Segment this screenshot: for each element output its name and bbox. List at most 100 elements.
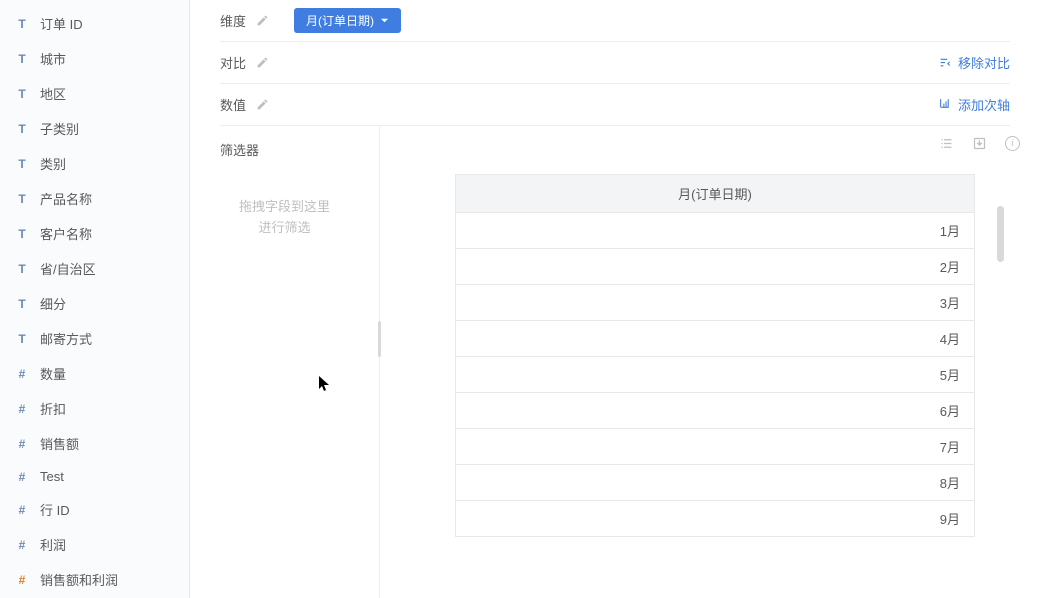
table-row[interactable]: 9月 — [456, 501, 975, 537]
field-label: 行 ID — [40, 500, 70, 519]
field-label: 销售额和利润 — [40, 570, 118, 589]
field-label: 产品名称 — [40, 189, 92, 208]
table-cell: 7月 — [456, 429, 975, 465]
field-item[interactable]: T 地区 — [0, 76, 189, 111]
text-type-icon: T — [14, 297, 30, 311]
edit-icon[interactable] — [256, 56, 270, 70]
viz-toolbar: i — [939, 136, 1020, 151]
field-item[interactable]: T 省/自治区 — [0, 251, 189, 286]
compare-label: 对比 — [220, 53, 250, 72]
field-label: 省/自治区 — [40, 259, 96, 278]
field-label: 邮寄方式 — [40, 329, 92, 348]
field-item[interactable]: # Test — [0, 461, 189, 492]
table-cell: 4月 — [456, 321, 975, 357]
add-axis-button[interactable]: 添加次轴 — [939, 95, 1010, 114]
field-item[interactable]: T 类别 — [0, 146, 189, 181]
field-item[interactable]: T 细分 — [0, 286, 189, 321]
vertical-scrollbar[interactable] — [997, 206, 1004, 262]
table-cell: 2月 — [456, 249, 975, 285]
remove-compare-button[interactable]: 移除对比 — [939, 53, 1010, 72]
filter-panel: 筛选器 拖拽字段到这里 进行筛选 — [190, 126, 380, 598]
number-type-icon: # — [14, 503, 30, 517]
field-item[interactable]: # 折扣 — [0, 391, 189, 426]
table-cell: 8月 — [456, 465, 975, 501]
dimension-row: 维度 月(订单日期) — [220, 0, 1010, 42]
table-row[interactable]: 1月 — [456, 213, 975, 249]
text-type-icon: T — [14, 122, 30, 136]
text-type-icon: T — [14, 192, 30, 206]
value-label: 数值 — [220, 95, 250, 114]
table-row[interactable]: 2月 — [456, 249, 975, 285]
add-axis-label: 添加次轴 — [958, 95, 1010, 114]
remove-compare-icon — [939, 55, 952, 71]
field-item[interactable]: T 产品名称 — [0, 181, 189, 216]
text-type-icon: T — [14, 17, 30, 31]
number-type-icon: # — [14, 437, 30, 451]
text-type-icon: T — [14, 227, 30, 241]
table-row[interactable]: 8月 — [456, 465, 975, 501]
table-row[interactable]: 4月 — [456, 321, 975, 357]
field-label: 折扣 — [40, 399, 66, 418]
field-label: 类别 — [40, 154, 66, 173]
chevron-down-icon — [380, 16, 389, 25]
field-item[interactable]: # 行 ID — [0, 492, 189, 527]
field-label: 细分 — [40, 294, 66, 313]
table-row[interactable]: 5月 — [456, 357, 975, 393]
field-label: 利润 — [40, 535, 66, 554]
number-type-icon: # — [14, 470, 30, 484]
field-item[interactable]: T 订单 ID — [0, 6, 189, 41]
main-panel: 维度 月(订单日期) 对比 — [190, 0, 1040, 598]
chart-area: 月(订单日期) 1月 2月 3月 4月 5月 6月 7月 — [400, 174, 1020, 537]
info-icon[interactable]: i — [1005, 136, 1020, 151]
table-cell: 9月 — [456, 501, 975, 537]
filter-title: 筛选器 — [190, 126, 379, 169]
compare-row: 对比 移除对比 — [220, 42, 1010, 84]
field-item[interactable]: T 邮寄方式 — [0, 321, 189, 356]
field-item[interactable]: T 子类别 — [0, 111, 189, 146]
field-label: Test — [40, 469, 64, 484]
text-type-icon: T — [14, 332, 30, 346]
number-type-icon: # — [14, 402, 30, 416]
table-cell: 3月 — [456, 285, 975, 321]
dimension-label: 维度 — [220, 11, 250, 30]
number-type-icon: # — [14, 367, 30, 381]
table-row[interactable]: 6月 — [456, 393, 975, 429]
field-item[interactable]: T 客户名称 — [0, 216, 189, 251]
table-header[interactable]: 月(订单日期) — [456, 175, 975, 213]
axis-icon — [939, 97, 952, 113]
visualization-panel: i 月(订单日期) 1月 2月 — [380, 126, 1040, 598]
table-cell: 6月 — [456, 393, 975, 429]
list-view-icon[interactable] — [939, 136, 954, 151]
field-label: 订单 ID — [40, 14, 83, 33]
field-item[interactable]: T 城市 — [0, 41, 189, 76]
text-type-icon: T — [14, 87, 30, 101]
dimension-pill-label: 月(订单日期) — [306, 12, 374, 29]
text-type-icon: T — [14, 157, 30, 171]
data-table: 月(订单日期) 1月 2月 3月 4月 5月 6月 7月 — [455, 174, 975, 537]
field-item[interactable]: # 销售额 — [0, 426, 189, 461]
remove-compare-label: 移除对比 — [958, 53, 1010, 72]
edit-icon[interactable] — [256, 14, 270, 28]
text-type-icon: T — [14, 262, 30, 276]
filter-drop-zone[interactable]: 拖拽字段到这里 进行筛选 — [190, 197, 379, 239]
table-row[interactable]: 3月 — [456, 285, 975, 321]
text-type-icon: T — [14, 52, 30, 66]
field-label: 销售额 — [40, 434, 79, 453]
filter-drop-text: 拖拽字段到这里 — [210, 197, 359, 218]
number-type-icon: # — [14, 538, 30, 552]
edit-icon[interactable] — [256, 98, 270, 112]
field-label: 子类别 — [40, 119, 79, 138]
field-item[interactable]: # 销售额和利润 — [0, 562, 189, 597]
dimension-pill[interactable]: 月(订单日期) — [294, 8, 401, 33]
field-item[interactable]: # 数量 — [0, 356, 189, 391]
field-label: 客户名称 — [40, 224, 92, 243]
field-label: 数量 — [40, 364, 66, 383]
value-row: 数值 添加次轴 — [220, 84, 1010, 126]
table-cell: 1月 — [456, 213, 975, 249]
field-label: 城市 — [40, 49, 66, 68]
table-row[interactable]: 7月 — [456, 429, 975, 465]
export-icon[interactable] — [972, 136, 987, 151]
field-label: 地区 — [40, 84, 66, 103]
calc-type-icon: # — [14, 573, 30, 587]
field-item[interactable]: # 利润 — [0, 527, 189, 562]
